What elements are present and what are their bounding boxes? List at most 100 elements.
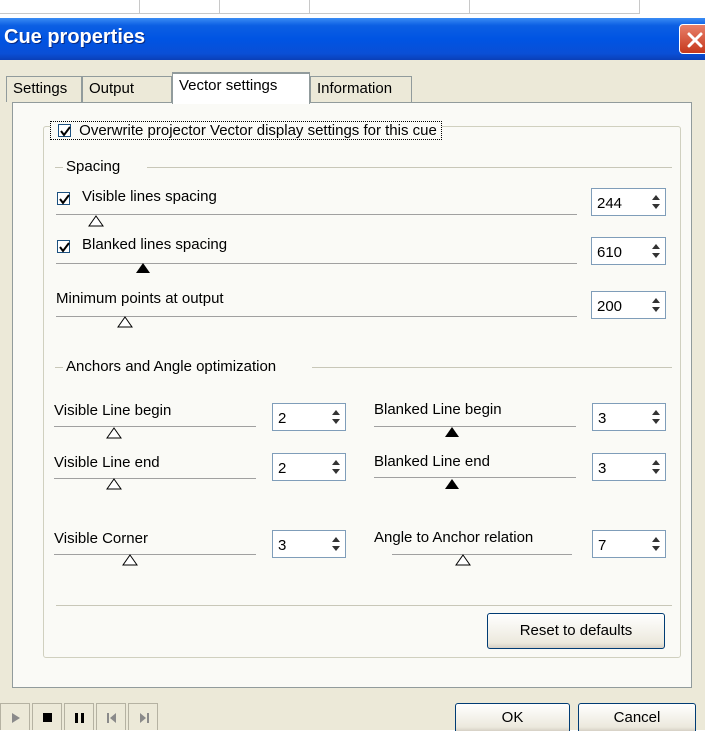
slider-thumb-icon[interactable] [106,478,122,490]
visible-lines-slider-track[interactable] [56,214,577,215]
visible-lines-label[interactable]: Visible lines spacing [82,188,217,205]
stop-button[interactable] [32,703,62,730]
checkmark-icon [59,242,70,253]
spin-up-down-icon [332,537,340,551]
blanked-line-end-slider-track[interactable] [374,477,576,478]
overwrite-groupbox [43,126,681,658]
visible-corner-spinbox[interactable]: 3 [272,530,346,558]
section-divider [147,167,672,168]
spinbox-arrows[interactable] [649,240,663,262]
background-cell [310,0,470,14]
spinbox-arrows[interactable] [649,406,663,428]
blanked-line-begin-label: Blanked Line begin [374,401,502,418]
spin-up-down-icon [332,460,340,474]
spin-up-down-icon [652,298,660,312]
blanked-line-begin-slider-track[interactable] [374,426,576,427]
section-divider [55,167,63,168]
stop-icon [43,713,52,722]
checkmark-icon [60,126,71,137]
spin-up-down-icon [652,195,660,209]
section-divider [312,367,672,368]
blanked-line-end-label: Blanked Line end [374,453,490,470]
background-cell [470,0,640,14]
spinbox-arrows[interactable] [649,191,663,213]
tab-output[interactable]: Output [82,76,172,102]
title-bar[interactable]: Cue properties [0,18,705,60]
spinbox-arrows[interactable] [649,533,663,555]
slider-thumb-icon[interactable] [106,427,122,439]
spinbox-value: 244 [597,195,623,212]
spinbox-value: 610 [597,244,623,261]
blanked-lines-checkbox[interactable] [57,240,70,253]
overwrite-checkbox[interactable] [58,124,71,137]
pause-button[interactable] [64,703,94,730]
play-icon [12,713,20,723]
slider-thumb-icon[interactable] [135,262,151,274]
tab-label: Output [89,80,135,97]
spinbox-value: 3 [598,410,607,427]
visible-lines-spinbox[interactable]: 244 [591,188,666,216]
reset-to-defaults-button[interactable]: Reset to defaults [487,613,665,649]
slider-thumb-icon[interactable] [444,426,460,438]
ok-button[interactable]: OK [455,703,570,731]
visible-corner-slider-track[interactable] [54,554,256,555]
spinbox-value: 2 [278,410,287,427]
spin-up-down-icon [652,460,660,474]
slider-thumb-icon[interactable] [122,554,138,566]
tab-vector-settings[interactable]: Vector settings [172,72,310,104]
skip-back-button[interactable] [96,703,126,730]
spinbox-value: 200 [597,298,623,315]
background-cell [0,0,140,14]
tab-label: Vector settings [179,77,278,94]
skip-forward-button[interactable] [128,703,158,730]
skip-forward-icon [140,713,149,723]
anchors-section-label: Anchors and Angle optimization [66,358,277,375]
blanked-lines-spinbox[interactable]: 610 [591,237,666,265]
visible-line-end-spinbox[interactable]: 2 [272,453,346,481]
spin-up-down-icon [332,410,340,424]
visible-line-begin-slider-track[interactable] [54,426,256,427]
angle-anchor-slider-track[interactable] [392,554,572,555]
spinbox-arrows[interactable] [649,456,663,478]
cancel-button[interactable]: Cancel [578,703,696,731]
tab-settings[interactable]: Settings [6,76,82,102]
spinbox-value: 7 [598,537,607,554]
spinbox-arrows[interactable] [329,406,343,428]
play-button[interactable] [0,703,30,730]
spin-up-down-icon [652,410,660,424]
spin-up-down-icon [652,244,660,258]
visible-line-end-slider-track[interactable] [54,478,256,479]
spinbox-value: 2 [278,460,287,477]
blanked-line-begin-spinbox[interactable]: 3 [592,403,666,431]
visible-corner-label: Visible Corner [54,530,148,547]
min-points-spinbox[interactable]: 200 [591,291,666,319]
slider-thumb-icon[interactable] [88,215,104,227]
visible-line-begin-label: Visible Line begin [54,402,172,419]
visible-lines-checkbox[interactable] [57,192,70,205]
tab-information[interactable]: Information [310,76,412,102]
blanked-line-end-spinbox[interactable]: 3 [592,453,666,481]
min-points-label: Minimum points at output [56,290,224,307]
overwrite-checkbox-row[interactable]: Overwrite projector Vector display setti… [50,121,442,140]
slider-thumb-icon[interactable] [444,478,460,490]
angle-anchor-spinbox[interactable]: 7 [592,530,666,558]
angle-anchor-label: Angle to Anchor relation [374,529,534,546]
tab-label: Settings [13,80,68,97]
min-points-slider-track[interactable] [56,316,577,317]
visible-line-begin-spinbox[interactable]: 2 [272,403,346,431]
spinbox-value: 3 [278,537,287,554]
window-title: Cue properties [4,26,146,48]
slider-thumb-icon[interactable] [117,316,133,328]
pause-icon [75,713,84,723]
overwrite-label: Overwrite projector Vector display setti… [79,122,437,139]
tab-label: Information [317,80,393,97]
spinbox-arrows[interactable] [329,533,343,555]
spinbox-value: 3 [598,460,607,477]
spinbox-arrows[interactable] [329,456,343,478]
close-button[interactable] [679,24,705,54]
slider-thumb-icon[interactable] [455,554,471,566]
background-cell [140,0,220,14]
separator-line [56,605,672,606]
spinbox-arrows[interactable] [649,294,663,316]
blanked-lines-label[interactable]: Blanked lines spacing [82,236,227,253]
